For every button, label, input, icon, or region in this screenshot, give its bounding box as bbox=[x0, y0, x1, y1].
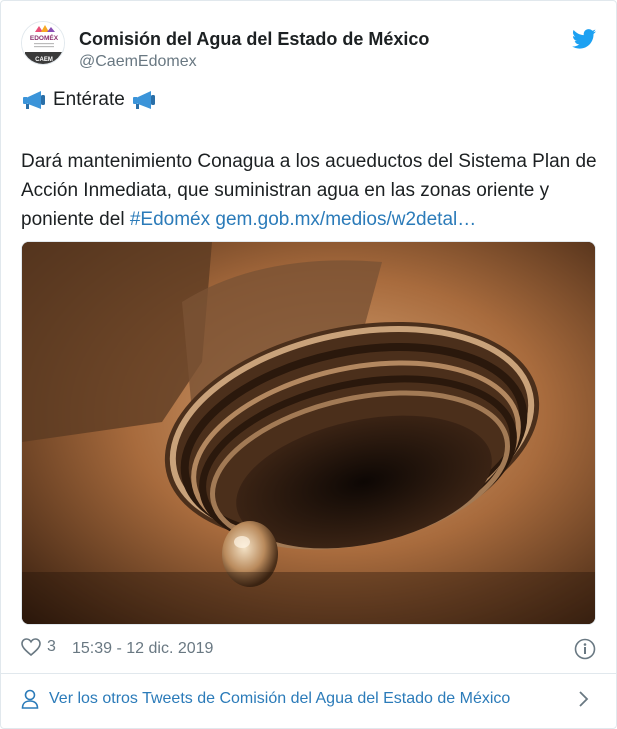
heart-icon[interactable] bbox=[21, 638, 41, 656]
hashtag-link[interactable]: #Edoméx bbox=[130, 209, 210, 230]
avatar-sub-text: CAEM bbox=[35, 57, 53, 63]
chevron-right-icon[interactable] bbox=[578, 690, 590, 708]
person-icon bbox=[21, 689, 39, 709]
embedded-tweet-card: EDOMÉX CAEM Comisión del Agua del Estado… bbox=[0, 0, 617, 729]
author-display-name[interactable]: Comisión del Agua del Estado de México bbox=[79, 29, 429, 50]
tweet-meta: 3 15:39 - 12 dic. 2019 bbox=[21, 638, 598, 662]
tweet-text: Dará mantenimiento Conagua a los acueduc… bbox=[21, 147, 598, 234]
tweet-timestamp[interactable]: 15:39 - 12 dic. 2019 bbox=[72, 640, 213, 658]
megaphone-icon bbox=[132, 91, 155, 109]
tweet-headline-line: Entérate bbox=[21, 89, 157, 111]
url-link[interactable]: gem.gob.mx/medios/w2detal… bbox=[215, 209, 476, 230]
info-icon[interactable] bbox=[574, 638, 596, 660]
tweet-header: EDOMÉX CAEM Comisión del Agua del Estado… bbox=[21, 21, 598, 77]
like-action[interactable]: 3 bbox=[21, 638, 56, 656]
tweet-headline: Entérate bbox=[53, 89, 125, 110]
author-handle[interactable]: @CaemEdomex bbox=[79, 53, 197, 71]
tweet-photo[interactable] bbox=[21, 241, 596, 625]
avatar[interactable]: EDOMÉX CAEM bbox=[21, 21, 65, 65]
footer-divider bbox=[1, 673, 617, 674]
twitter-logo-icon[interactable] bbox=[572, 29, 596, 49]
avatar-brand-text: EDOMÉX bbox=[30, 33, 59, 42]
more-tweets-label[interactable]: Ver los otros Tweets de Comisión del Agu… bbox=[49, 690, 510, 708]
like-count: 3 bbox=[47, 638, 56, 655]
more-tweets-link[interactable]: Ver los otros Tweets de Comisión del Agu… bbox=[21, 683, 598, 715]
megaphone-icon bbox=[23, 91, 45, 109]
